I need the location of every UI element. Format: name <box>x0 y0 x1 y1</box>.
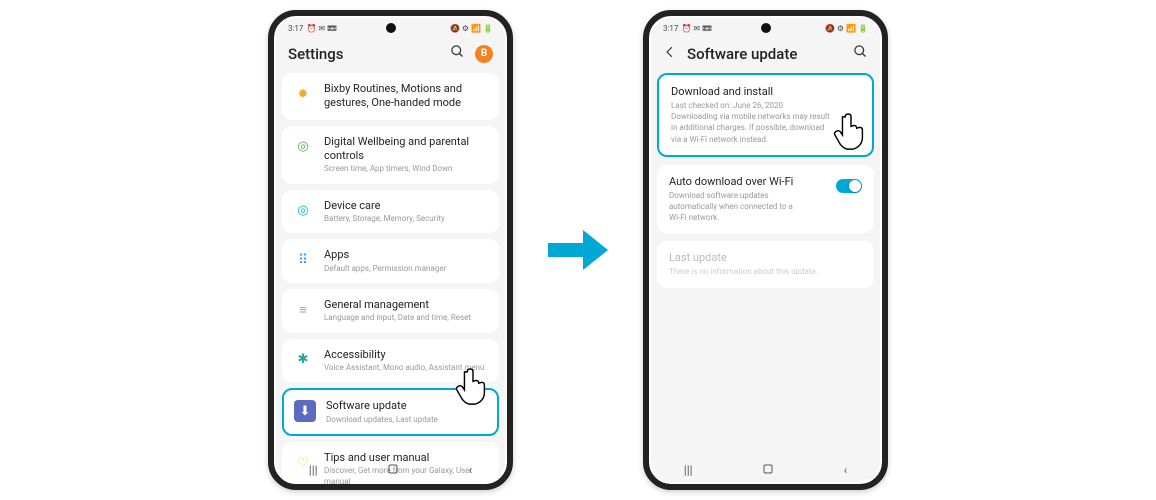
item-label: Accessibility <box>324 348 489 362</box>
title-bar: Settings B <box>274 38 507 73</box>
item-label: Last update <box>669 251 862 264</box>
item-icon: ✱ <box>292 349 314 371</box>
nav-recent[interactable]: ||| <box>309 463 318 477</box>
item-label: Download and install <box>671 85 860 98</box>
item-icon: ✸ <box>292 83 314 105</box>
toggle-switch[interactable] <box>836 179 862 193</box>
update-item-auto-download-over-wi-fi[interactable]: Auto download over Wi-Fi Download softwa… <box>657 165 874 234</box>
settings-item-bixby[interactable]: ✸ Bixby Routines, Motions and gestures, … <box>282 73 499 120</box>
item-label: General management <box>324 298 489 312</box>
item-subtitle: Battery, Storage, Memory, Security <box>324 214 489 224</box>
item-label: Software update <box>326 399 487 413</box>
search-icon[interactable] <box>450 44 465 63</box>
flow-arrow-icon <box>543 215 613 285</box>
settings-item-general[interactable]: ≡ General managementLanguage and input, … <box>282 289 499 333</box>
item-label: Auto download over Wi-Fi <box>669 175 828 188</box>
nav-bar: ||| ‹ <box>649 456 882 484</box>
nav-home[interactable] <box>762 463 774 478</box>
item-icon: ⠿ <box>292 249 314 271</box>
item-subtitle: Screen time, App timers, Wind Down <box>324 164 489 174</box>
nav-back[interactable]: ‹ <box>844 463 848 477</box>
item-subtitle: Last checked on: June 26, 2020Downloadin… <box>671 100 860 145</box>
phone-settings: 3:17⏰ ✉ 📼 🔕 ⚙ 📶 🔋 Settings B ✸ Bixby Rou… <box>268 10 513 490</box>
item-label: Apps <box>324 248 489 262</box>
nav-recent[interactable]: ||| <box>684 463 693 477</box>
search-icon[interactable] <box>853 44 868 63</box>
update-item-last-update: Last update There is no information abou… <box>657 241 874 287</box>
settings-item-digital[interactable]: ◎ Digital Wellbeing and parental control… <box>282 126 499 184</box>
page-title: Software update <box>687 45 843 63</box>
item-label: Digital Wellbeing and parental controls <box>324 135 489 164</box>
title-bar: Software update <box>649 38 882 73</box>
item-subtitle: Voice Assistant, Mono audio, Assistant m… <box>324 363 489 373</box>
settings-item-accessibility[interactable]: ✱ AccessibilityVoice Assistant, Mono aud… <box>282 339 499 383</box>
nav-home[interactable] <box>387 463 399 478</box>
item-subtitle: Download updates, Last update <box>326 415 487 425</box>
item-subtitle: Default apps, Permission manager <box>324 264 489 274</box>
settings-item-software[interactable]: ⬇ Software update Download updates, Last … <box>282 388 499 436</box>
nav-back[interactable]: ‹ <box>469 463 473 477</box>
item-icon: ◎ <box>292 136 314 158</box>
item-icon: ≡ <box>292 299 314 321</box>
item-icon: ⬇ <box>294 400 316 422</box>
item-subtitle: There is no information about this updat… <box>669 266 862 277</box>
back-icon[interactable] <box>663 45 677 63</box>
settings-item-device[interactable]: ◎ Device careBattery, Storage, Memory, S… <box>282 190 499 234</box>
phone-software-update: 3:17⏰ ✉ 📼 🔕 ⚙ 📶 🔋 Software update Downlo… <box>643 10 888 490</box>
avatar[interactable]: B <box>475 45 493 63</box>
item-subtitle: Language and input, Date and time, Reset <box>324 313 489 323</box>
update-item-download-and-install[interactable]: Download and install Last checked on: Ju… <box>657 73 874 157</box>
camera-cutout <box>761 23 771 33</box>
nav-bar: ||| ‹ <box>274 456 507 484</box>
item-icon: ◎ <box>292 200 314 222</box>
camera-cutout <box>386 23 396 33</box>
page-title: Settings <box>288 45 440 63</box>
item-label: Bixby Routines, Motions and gestures, On… <box>324 82 489 111</box>
item-label: Device care <box>324 199 489 213</box>
item-subtitle: Download software updates automatically … <box>669 190 828 224</box>
settings-item-apps[interactable]: ⠿ Apps Default apps, Permission manager <box>282 239 499 283</box>
